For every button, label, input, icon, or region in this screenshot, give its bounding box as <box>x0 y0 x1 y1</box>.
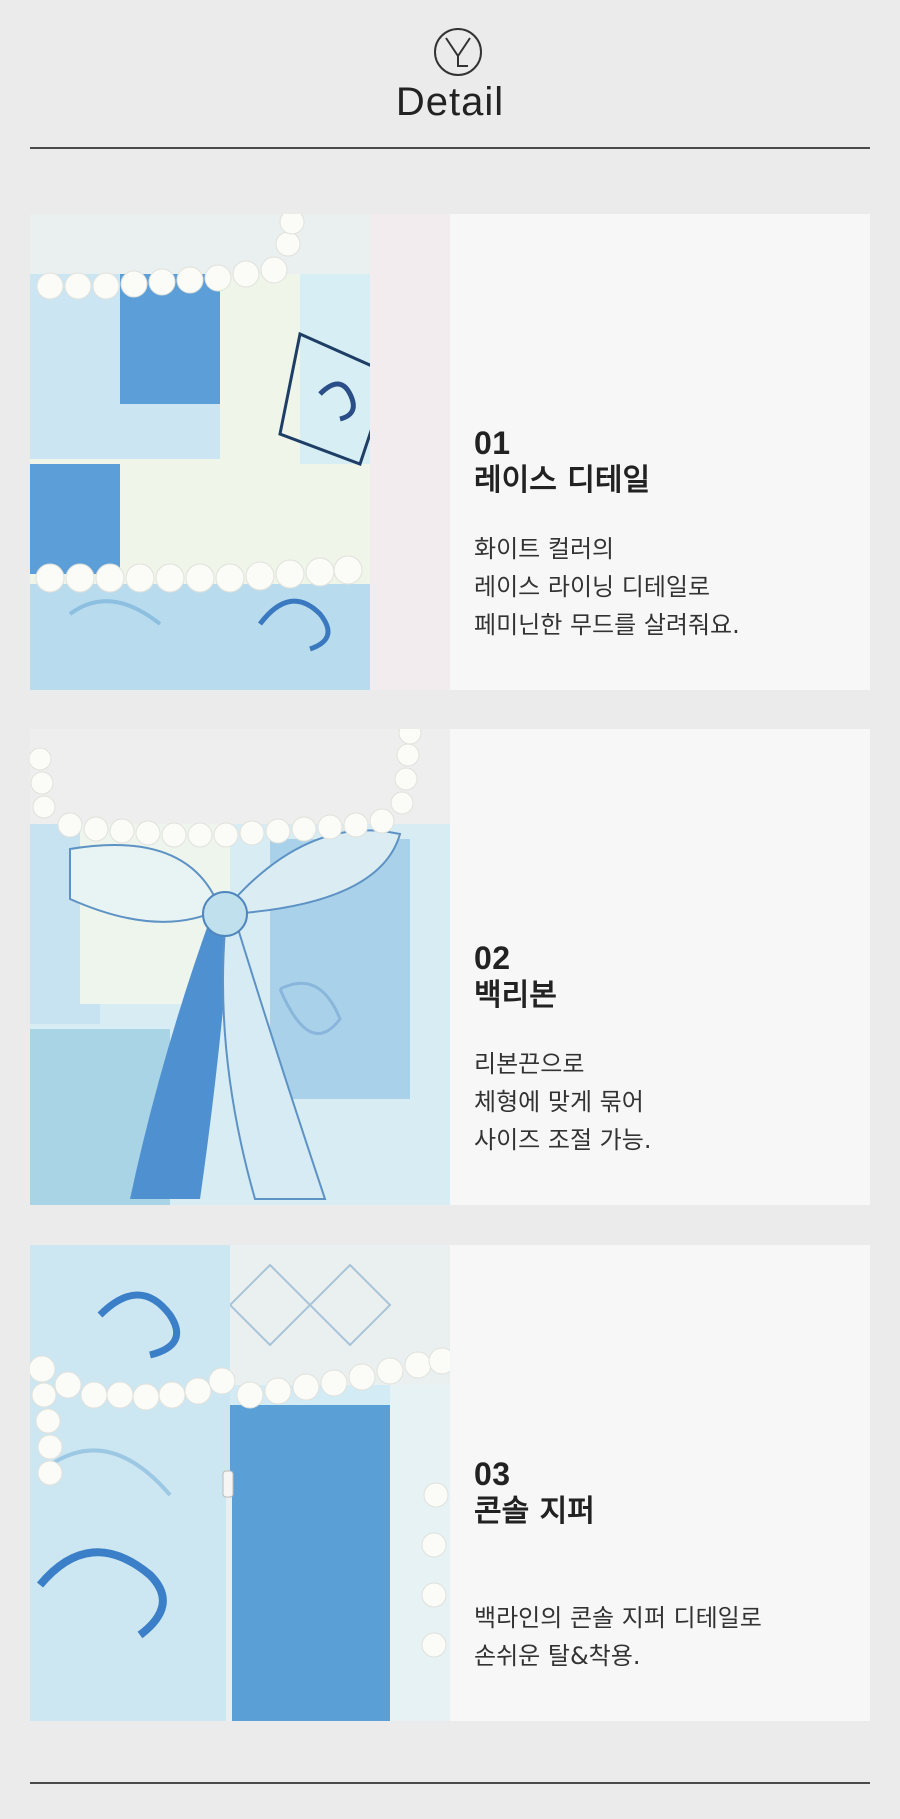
detail-section-lace: 01 레이스 디테일 화이트 컬러의 레이스 라이닝 디테일로 페미닌한 무드를… <box>30 214 870 690</box>
section-number: 02 <box>474 940 511 976</box>
section-heading: 콘솔 지퍼 <box>474 1494 595 1529</box>
bottom-divider <box>30 1782 870 1784</box>
concealed-zipper-photo <box>30 1245 450 1721</box>
description-line: 손쉬운 탈&착용. <box>474 1642 641 1670</box>
description-line: 페미닌한 무드를 살려줘요. <box>474 611 740 639</box>
top-divider <box>30 147 870 149</box>
detail-section-zipper: 03 콘솔 지퍼 백라인의 콘솔 지퍼 디테일로 손쉬운 탈&착용. <box>30 1245 870 1721</box>
description-line: 사이즈 조절 가능. <box>474 1126 652 1154</box>
detail-section-ribbon: 02 백리본 리본끈으로 체형에 맞게 묶어 사이즈 조절 가능. <box>30 729 870 1205</box>
description-line: 리본끈으로 <box>474 1050 585 1078</box>
description-line: 화이트 컬러의 <box>474 535 615 563</box>
section-description: 화이트 컬러의 레이스 라이닝 디테일로 페미닌한 무드를 살려줘요. <box>474 530 854 644</box>
description-line: 레이스 라이닝 디테일로 <box>474 573 711 601</box>
description-line: 백라인의 콘솔 지퍼 디테일로 <box>474 1604 762 1632</box>
description-line: 체형에 맞게 묶어 <box>474 1088 644 1116</box>
lace-detail-photo <box>30 214 450 690</box>
page-title: Detail <box>395 80 505 124</box>
section-heading: 백리본 <box>474 978 557 1013</box>
section-heading: 레이스 디테일 <box>474 463 651 498</box>
section-description: 백라인의 콘솔 지퍼 디테일로 손쉬운 탈&착용. <box>474 1599 854 1675</box>
back-ribbon-photo <box>30 729 450 1205</box>
section-number: 03 <box>474 1456 511 1492</box>
logo-icon <box>434 28 482 76</box>
section-number: 01 <box>474 425 511 461</box>
section-description: 리본끈으로 체형에 맞게 묶어 사이즈 조절 가능. <box>474 1045 854 1159</box>
